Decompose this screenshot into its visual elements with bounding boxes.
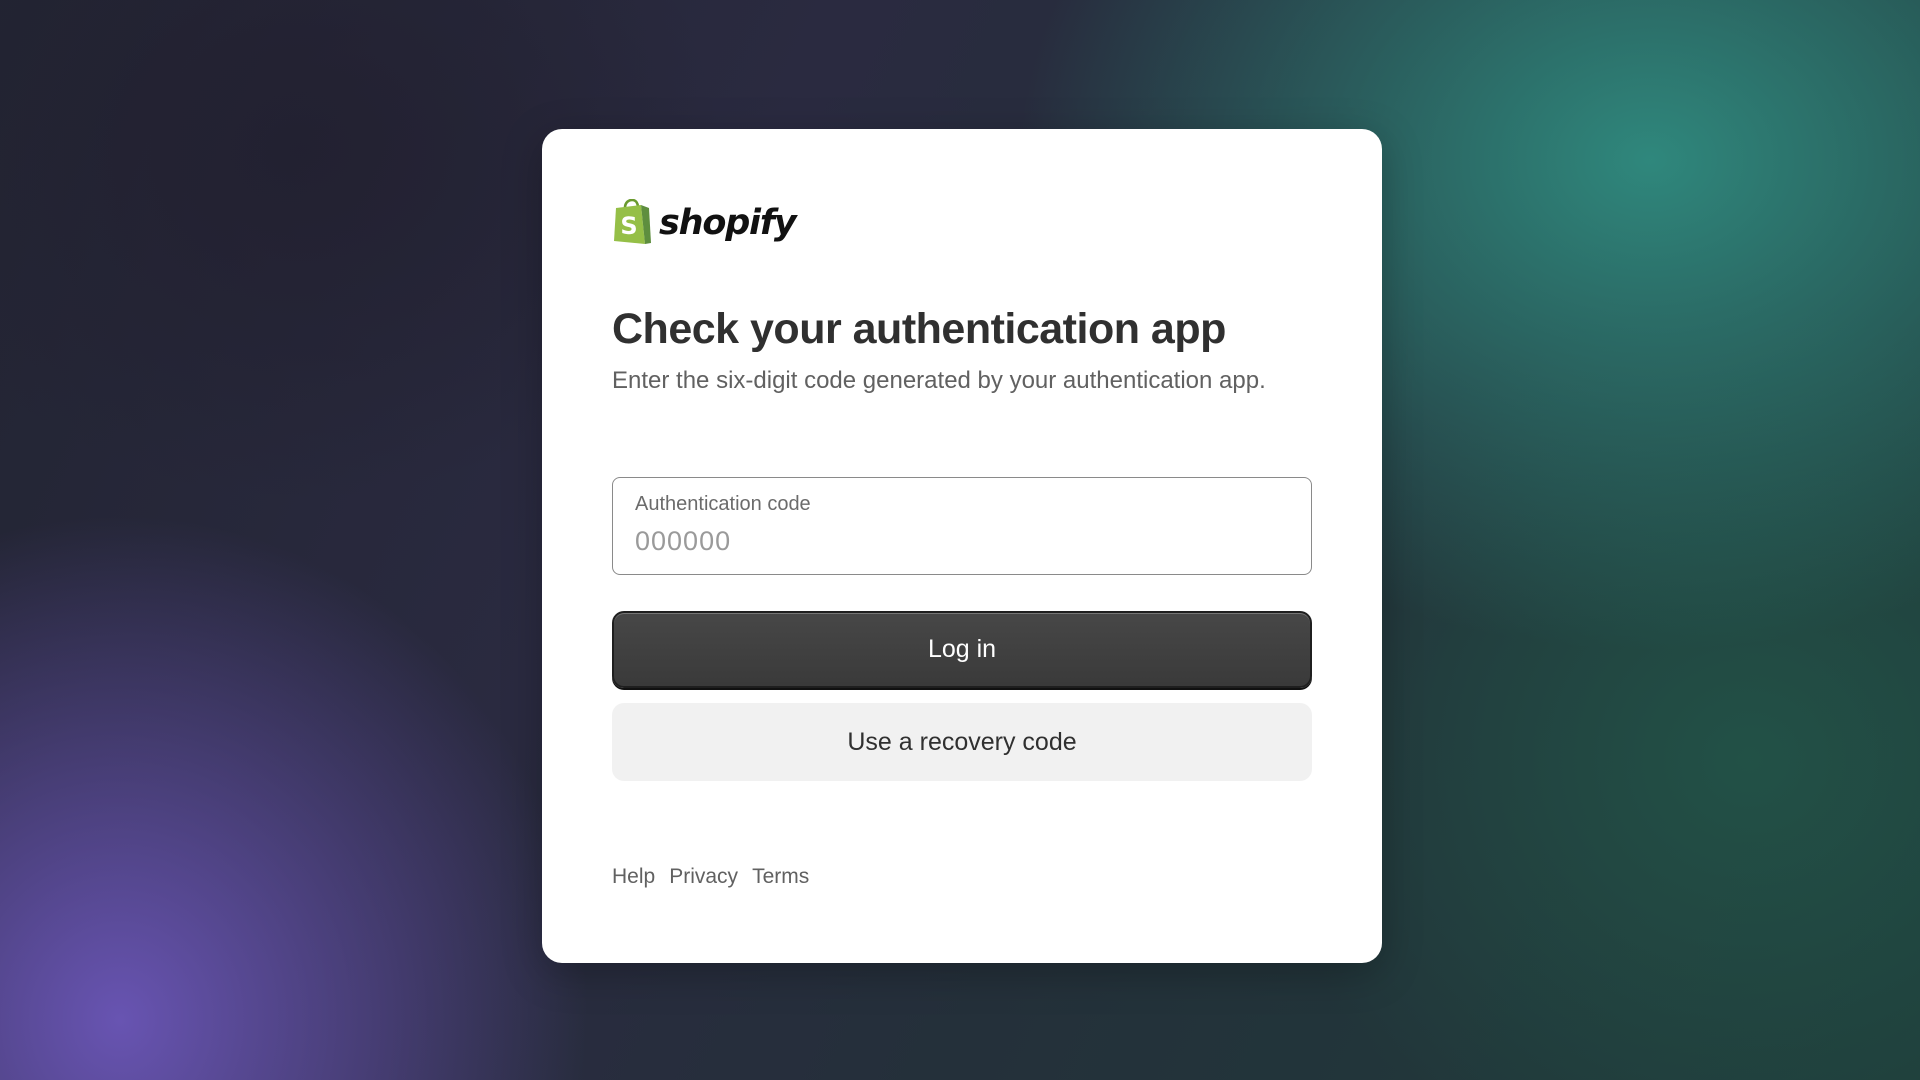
authentication-code-input[interactable] (635, 526, 1285, 557)
terms-link[interactable]: Terms (752, 865, 809, 889)
shopify-logo: S shopify (612, 199, 797, 245)
brand-wordmark: shopify (659, 202, 797, 243)
privacy-link[interactable]: Privacy (669, 865, 738, 889)
shopping-bag-icon: S (612, 199, 652, 245)
login-card: S shopify Check your authentication app … (542, 129, 1382, 963)
help-link[interactable]: Help (612, 865, 655, 889)
use-recovery-code-button[interactable]: Use a recovery code (612, 703, 1312, 781)
page-subtitle: Enter the six-digit code generated by yo… (612, 367, 1266, 394)
footer-links: Help Privacy Terms (612, 865, 809, 889)
page-title: Check your authentication app (612, 305, 1226, 353)
authentication-code-label: Authentication code (635, 493, 811, 515)
svg-text:S: S (620, 212, 637, 240)
log-in-button[interactable]: Log in (612, 611, 1312, 688)
authentication-code-field[interactable]: Authentication code (612, 477, 1312, 575)
